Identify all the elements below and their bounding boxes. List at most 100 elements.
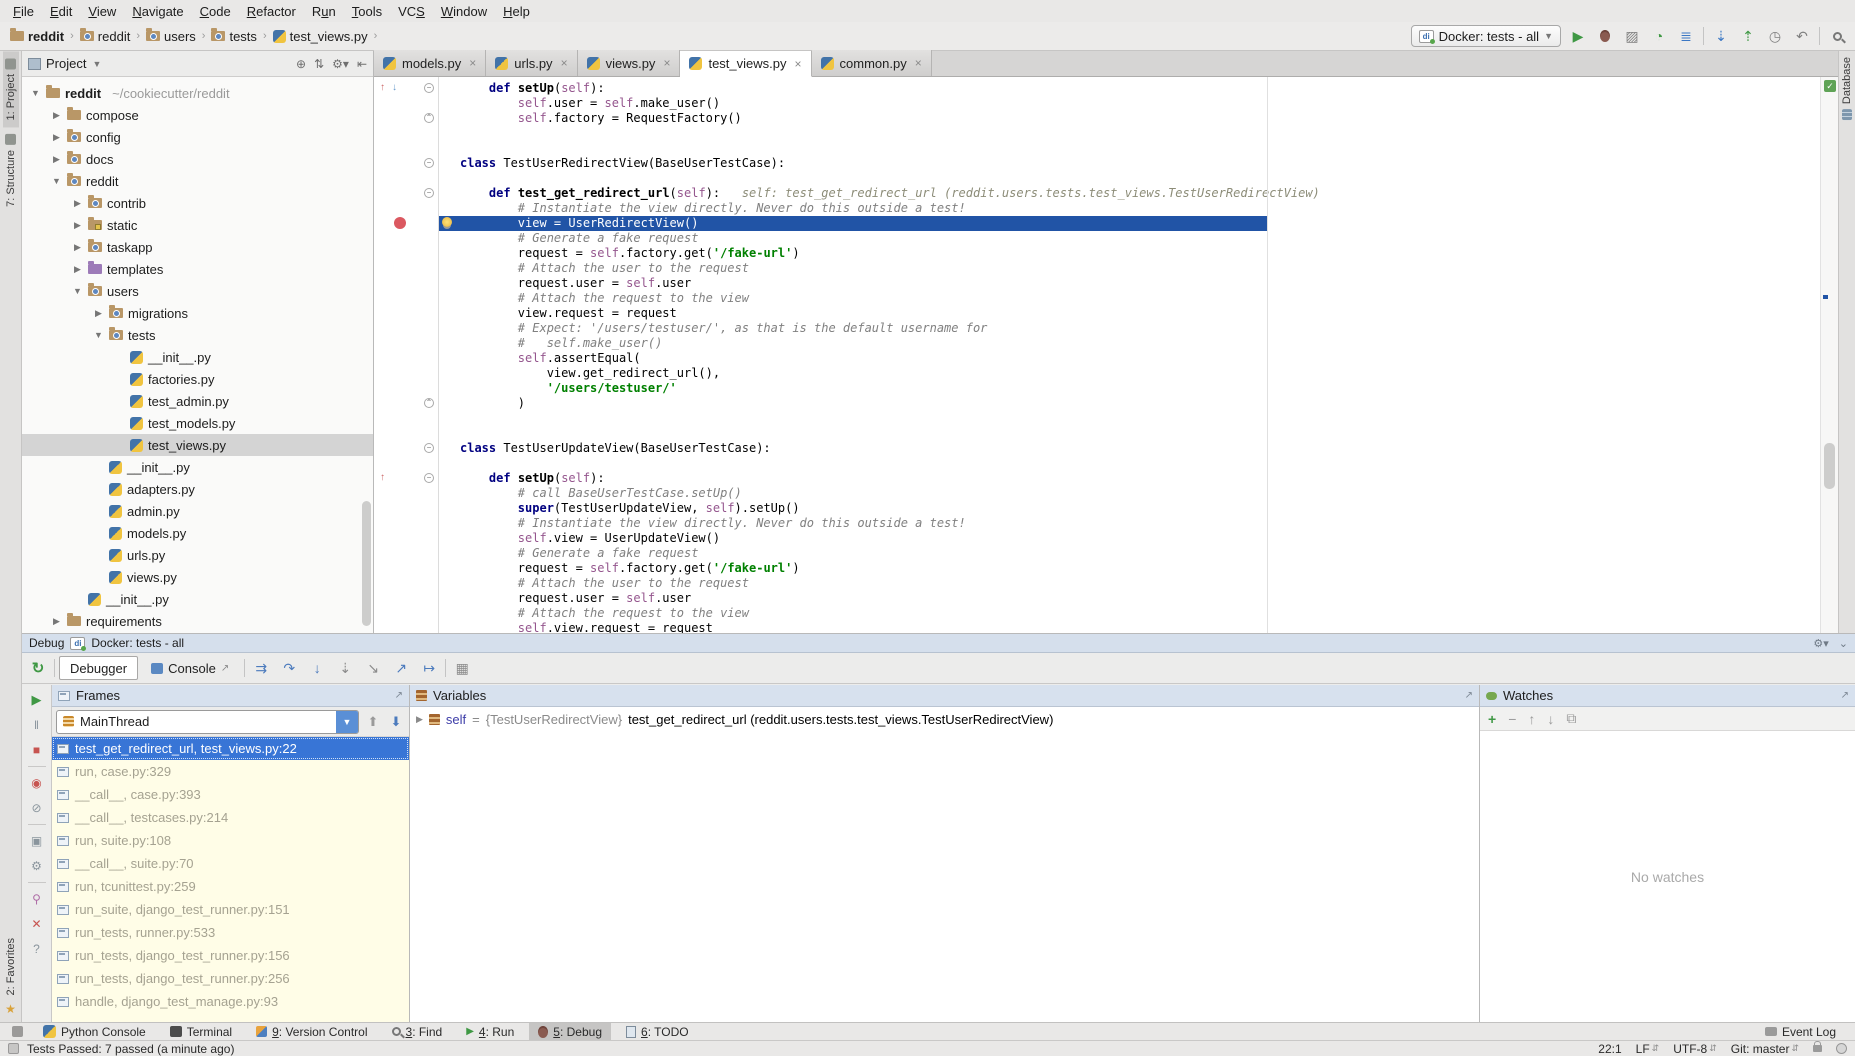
fold-marker-icon[interactable]: ⌃ <box>424 113 434 123</box>
settings-gear-icon[interactable]: ⚙ <box>26 857 48 875</box>
tree-expand-arrow-icon[interactable]: ▶ <box>51 132 62 143</box>
gutter-row[interactable] <box>374 351 438 366</box>
gutter-row[interactable]: − <box>374 156 438 171</box>
gutter-row[interactable] <box>374 231 438 246</box>
fold-marker-icon[interactable]: − <box>424 443 434 453</box>
tool-button-event-log[interactable]: Event Log <box>1756 1023 1845 1041</box>
close-tab-icon[interactable]: × <box>793 57 802 71</box>
menu-item-navigate[interactable]: Navigate <box>124 3 191 20</box>
tree-item-templates[interactable]: ▶templates <box>22 258 373 280</box>
remove-watch-icon[interactable]: − <box>1508 711 1516 727</box>
code-line[interactable]: class TestUserUpdateView(BaseUserTestCas… <box>439 441 1820 456</box>
gutter-row[interactable]: ↑↓− <box>374 81 438 96</box>
step-into-icon[interactable]: ↓ <box>305 657 329 679</box>
tool-button-6-todo[interactable]: 6: TODO <box>617 1023 698 1041</box>
gutter-row[interactable] <box>374 456 438 471</box>
tree-item-contrib[interactable]: ▶contrib <box>22 192 373 214</box>
concurrency-button[interactable]: ≣ <box>1676 26 1696 46</box>
frame-item[interactable]: run, tcunittest.py:259 <box>52 875 409 898</box>
float-panel-icon[interactable]: ↗ <box>1841 690 1849 701</box>
vcs-commit-button[interactable]: ⇡ <box>1738 26 1758 46</box>
tree-expand-arrow-icon[interactable]: ▶ <box>72 242 83 253</box>
project-scrollbar[interactable] <box>362 501 371 626</box>
tree-expand-arrow-icon[interactable]: ▶ <box>51 154 62 165</box>
frame-item[interactable]: run_tests, django_test_runner.py:256 <box>52 967 409 990</box>
frame-item[interactable]: run, suite.py:108 <box>52 829 409 852</box>
move-watch-down-icon[interactable]: ↓ <box>1547 711 1554 727</box>
tree-item-reddit[interactable]: ▼reddit <box>22 170 373 192</box>
rerun-icon[interactable]: ↻ <box>26 659 50 677</box>
code-line[interactable]: class TestUserRedirectView(BaseUserTestC… <box>439 156 1820 171</box>
menu-item-help[interactable]: Help <box>495 3 538 20</box>
code-line[interactable]: self.user = self.make_user() <box>439 96 1820 111</box>
test-method-up-icon[interactable]: ↑ <box>380 472 385 484</box>
git-branch-widget[interactable]: Git: master⇵ <box>1731 1042 1799 1056</box>
gutter-row[interactable]: ⌃ <box>374 111 438 126</box>
gutter-row[interactable] <box>374 621 438 633</box>
close-tab-icon[interactable]: × <box>559 56 568 70</box>
tree-item-admin.py[interactable]: admin.py <box>22 500 373 522</box>
frame-item[interactable]: run_tests, runner.py:533 <box>52 921 409 944</box>
tool-stripe-1-project[interactable]: 1: Project <box>3 51 19 127</box>
editor-tab-views.py[interactable]: views.py× <box>578 50 681 76</box>
code-line[interactable] <box>439 456 1820 471</box>
tool-stripe-7-structure[interactable]: 7: Structure <box>3 127 19 214</box>
tool-button-3-find[interactable]: 3: Find <box>383 1023 452 1041</box>
tree-item-__init__.py[interactable]: __init__.py <box>22 588 373 610</box>
rollback-button[interactable]: ↶ <box>1792 26 1812 46</box>
frame-item[interactable]: __call__, suite.py:70 <box>52 852 409 875</box>
help-icon[interactable]: ? <box>26 940 48 958</box>
editor-gutter[interactable]: ↑↓−⌃−−⌃−↑− <box>374 77 439 633</box>
frame-item[interactable]: __call__, testcases.py:214 <box>52 806 409 829</box>
menu-item-window[interactable]: Window <box>433 3 495 20</box>
profiler-button[interactable]: ◔ <box>1649 26 1669 46</box>
tree-item-test_models.py[interactable]: test_models.py <box>22 412 373 434</box>
tree-item-config[interactable]: ▶config <box>22 126 373 148</box>
code-line[interactable]: # call BaseUserTestCase.setUp() <box>439 486 1820 501</box>
editor-body[interactable]: ↑↓−⌃−−⌃−↑− def setUp(self): self.user = … <box>374 77 1838 633</box>
code-line[interactable]: ) <box>439 396 1820 411</box>
tool-button-9-version-control[interactable]: 9: Version Control <box>247 1023 376 1041</box>
status-message[interactable]: Tests Passed: 7 passed (a minute ago) <box>27 1042 234 1056</box>
local-history-button[interactable]: ◷ <box>1765 26 1785 46</box>
tree-item-views.py[interactable]: views.py <box>22 566 373 588</box>
tree-collapse-arrow-icon[interactable]: ▼ <box>93 330 104 340</box>
tree-collapse-arrow-icon[interactable]: ▼ <box>51 176 62 186</box>
code-area[interactable]: def setUp(self): self.user = self.make_u… <box>439 77 1820 633</box>
code-line[interactable] <box>439 141 1820 156</box>
test-method-up-icon[interactable]: ↑ <box>380 82 385 94</box>
gutter-row[interactable]: − <box>374 186 438 201</box>
tree-item-__init__.py[interactable]: __init__.py <box>22 456 373 478</box>
code-line[interactable]: view.request = request <box>439 306 1820 321</box>
code-line[interactable]: view.get_redirect_url(), <box>439 366 1820 381</box>
error-stripe[interactable]: ✓ <box>1820 77 1838 633</box>
move-watch-up-icon[interactable]: ↑ <box>1528 711 1535 727</box>
code-line[interactable]: view = UserRedirectView() <box>439 216 1267 231</box>
gear-icon[interactable]: ⚙▾ <box>332 57 349 71</box>
collapse-all-icon[interactable]: ⇅ <box>314 57 324 71</box>
force-step-into-icon[interactable]: ⇣ <box>333 657 357 679</box>
expand-arrow-icon[interactable]: ▶ <box>416 714 423 725</box>
frame-item[interactable]: run_tests, django_test_runner.py:156 <box>52 944 409 967</box>
tree-expand-arrow-icon[interactable]: ▶ <box>51 616 62 627</box>
fold-marker-icon[interactable]: − <box>424 188 434 198</box>
gutter-row[interactable] <box>374 321 438 336</box>
gutter-row[interactable]: ↑− <box>374 471 438 486</box>
editor-tab-models.py[interactable]: models.py× <box>374 50 486 76</box>
tree-item-static[interactable]: ▶static <box>22 214 373 236</box>
tree-collapse-arrow-icon[interactable]: ▼ <box>72 286 83 296</box>
tree-collapse-arrow-icon[interactable]: ▼ <box>30 88 41 98</box>
code-line[interactable]: # Instantiate the view directly. Never d… <box>439 516 1820 531</box>
locate-file-icon[interactable]: ⊕ <box>296 57 306 71</box>
evaluate-expression-icon[interactable]: ▦ <box>450 657 474 679</box>
gutter-row[interactable] <box>374 531 438 546</box>
gutter-row[interactable] <box>374 261 438 276</box>
pin-icon[interactable]: ⚲ <box>26 890 48 908</box>
fold-marker-icon[interactable]: − <box>424 473 434 483</box>
tree-expand-arrow-icon[interactable]: ▶ <box>93 308 104 319</box>
mute-breakpoints-icon[interactable]: ⊘ <box>26 799 48 817</box>
code-line[interactable] <box>439 126 1820 141</box>
tool-button-5-debug[interactable]: 5: Debug <box>529 1023 611 1041</box>
intention-bulb-icon[interactable] <box>442 217 452 227</box>
gutter-row[interactable] <box>374 546 438 561</box>
